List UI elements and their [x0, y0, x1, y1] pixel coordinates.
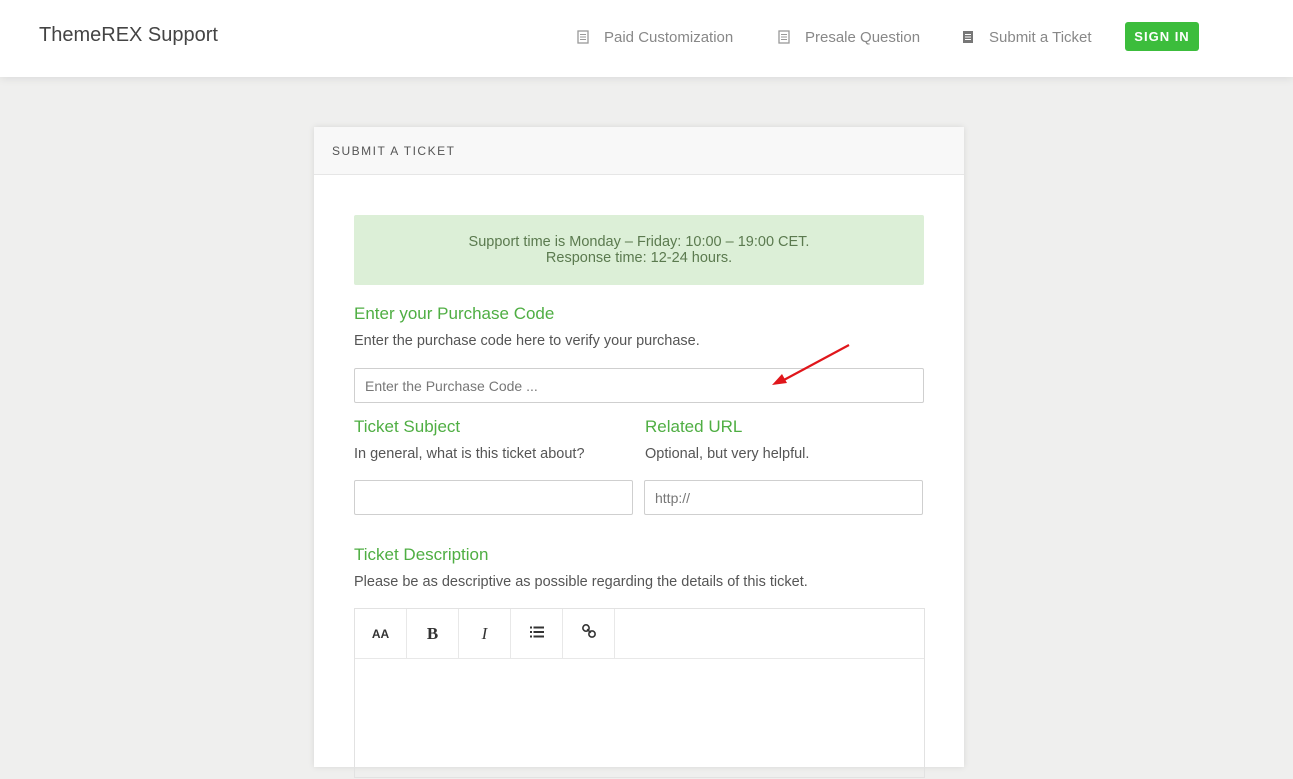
related-url-input[interactable]	[644, 480, 923, 515]
bold-button[interactable]: B	[407, 609, 459, 658]
italic-button[interactable]: I	[459, 609, 511, 658]
list-button[interactable]	[511, 609, 563, 658]
editor-text-area[interactable]	[355, 659, 924, 779]
ticket-description-desc: Please be as descriptive as possible reg…	[354, 574, 808, 590]
nav-label: Submit a Ticket	[989, 28, 1092, 46]
document-icon	[778, 30, 790, 44]
font-size-button[interactable]: AA	[355, 609, 407, 658]
top-navbar: ThemeREX Support Paid Customization Pres…	[0, 0, 1293, 77]
brand-title[interactable]: ThemeREX Support	[39, 24, 218, 47]
sign-in-button[interactable]: SIGN IN	[1125, 22, 1199, 51]
italic-icon: I	[481, 623, 488, 643]
related-url-title: Related URL	[645, 417, 743, 436]
purchase-code-desc: Enter the purchase code here to verify y…	[354, 333, 700, 349]
submit-ticket-card: SUBMIT A TICKET Support time is Monday –…	[314, 127, 964, 778]
nav-paid-customization[interactable]: Paid Customization	[577, 27, 733, 47]
nav-presale-question[interactable]: Presale Question	[778, 27, 920, 47]
related-url-desc: Optional, but very helpful.	[645, 446, 810, 462]
editor-toolbar: AA B I	[355, 609, 924, 659]
nav-submit-ticket[interactable]: Submit a Ticket	[962, 27, 1092, 47]
notice-line-2: Response time: 12-24 hours.	[545, 250, 733, 266]
document-filled-icon	[962, 30, 974, 44]
ticket-subject-title: Ticket Subject	[354, 417, 461, 436]
nav-label: Presale Question	[805, 28, 921, 46]
ticket-subject-desc: In general, what is this ticket about?	[354, 446, 585, 462]
link-button[interactable]	[563, 609, 615, 658]
bold-icon: B	[426, 623, 439, 643]
annotation-arrow-icon	[772, 344, 850, 385]
nav-label: Paid Customization	[604, 28, 734, 46]
document-icon	[577, 30, 589, 44]
support-time-notice: Support time is Monday – Friday: 10:00 –…	[354, 215, 924, 285]
font-size-icon: AA	[371, 626, 390, 641]
description-editor: AA B I	[354, 608, 925, 778]
purchase-code-title: Enter your Purchase Code	[354, 304, 555, 323]
notice-line-1: Support time is Monday – Friday: 10:00 –…	[468, 234, 810, 250]
list-icon	[529, 625, 544, 643]
card-title: SUBMIT A TICKET	[314, 127, 964, 175]
ticket-subject-input[interactable]	[354, 480, 633, 515]
ticket-description-title: Ticket Description	[354, 545, 489, 564]
link-icon	[581, 624, 596, 643]
